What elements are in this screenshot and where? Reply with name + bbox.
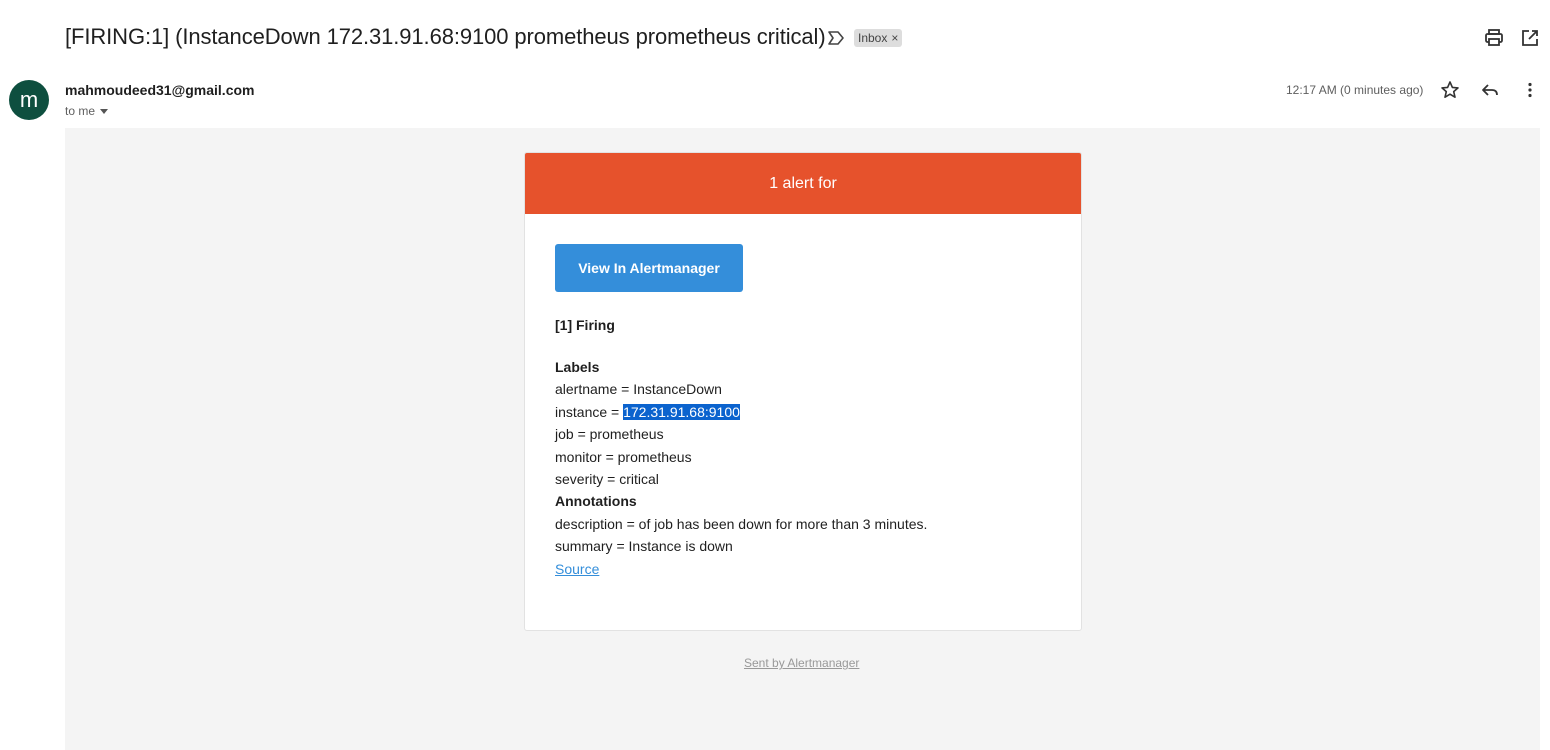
annotation-description: description = of job has been down for m… (555, 516, 928, 532)
sent-by-alertmanager-link[interactable]: Sent by Alertmanager (744, 656, 859, 670)
recipient-label: to me (65, 104, 96, 118)
firing-count: [1] Firing (555, 317, 615, 333)
print-button[interactable] (1482, 26, 1506, 50)
remove-label-button[interactable]: × (891, 29, 898, 47)
annotation-summary: summary = Instance is down (555, 538, 733, 554)
source-link[interactable]: Source (555, 561, 599, 577)
label-instance-value[interactable]: 172.31.91.68:9100 (623, 404, 740, 420)
chevron-down-icon[interactable] (99, 106, 109, 116)
label-important-icon[interactable] (827, 30, 845, 46)
view-in-alertmanager-button[interactable]: View In Alertmanager (555, 244, 743, 292)
label-monitor: monitor = prometheus (555, 449, 692, 465)
labels-heading: Labels (555, 359, 600, 375)
open-in-new-window-button[interactable] (1518, 26, 1542, 50)
inbox-label-text: Inbox (858, 31, 888, 45)
print-icon (1485, 29, 1503, 46)
email-subject: [FIRING:1] (InstanceDown 172.31.91.68:91… (65, 24, 826, 49)
annotations-heading: Annotations (555, 493, 637, 509)
sender-avatar[interactable]: m (9, 80, 49, 120)
label-severity: severity = critical (555, 471, 659, 487)
more-options-button[interactable] (1518, 78, 1542, 102)
alert-card: 1 alert for View In Alertmanager [1] Fir… (524, 152, 1082, 631)
reply-icon (1482, 84, 1498, 96)
inbox-label-chip: Inbox × (854, 29, 903, 47)
recipient-details[interactable]: to me (65, 104, 109, 118)
star-button[interactable] (1438, 78, 1462, 102)
alert-header: 1 alert for (525, 153, 1081, 214)
star-icon (1441, 81, 1459, 98)
label-instance-key: instance = (555, 404, 624, 420)
email-timestamp: 12:17 AM (0 minutes ago) (1286, 83, 1424, 97)
sender-email[interactable]: mahmoudeed31@gmail.com (65, 82, 254, 98)
more-vert-icon (1528, 82, 1532, 98)
label-alertname: alertname = InstanceDown (555, 381, 722, 397)
open-in-new-icon (1522, 30, 1538, 46)
reply-button[interactable] (1478, 78, 1502, 102)
label-instance: instance = 172.31.91.68:9100 (555, 404, 740, 420)
label-job: job = prometheus (555, 426, 664, 442)
